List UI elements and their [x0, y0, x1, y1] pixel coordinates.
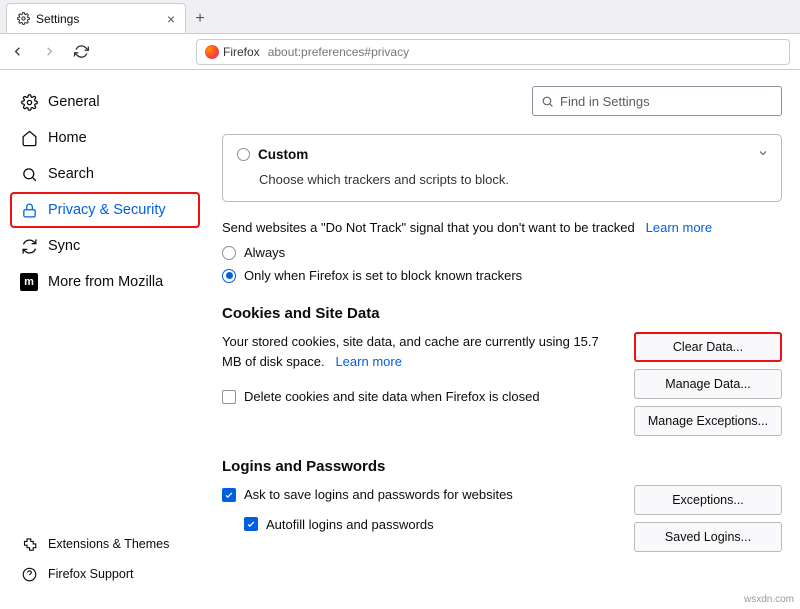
search-icon	[20, 165, 38, 183]
sidebar-item-more-mozilla[interactable]: m More from Mozilla	[10, 264, 200, 300]
mozilla-icon: m	[20, 273, 38, 291]
cookies-learn-more-link[interactable]: Learn more	[335, 354, 401, 369]
sidebar-item-label: Search	[48, 166, 94, 182]
checkbox-icon	[222, 488, 236, 502]
sidebar-item-home[interactable]: Home	[10, 120, 200, 156]
new-tab-button[interactable]: +	[186, 5, 214, 33]
dnt-description: Send websites a "Do Not Track" signal th…	[222, 220, 635, 235]
sidebar-item-privacy[interactable]: Privacy & Security	[10, 192, 200, 228]
logins-section-title: Logins and Passwords	[222, 458, 782, 475]
ask-save-logins-checkbox[interactable]: Ask to save logins and passwords for web…	[222, 485, 620, 505]
reload-button[interactable]	[74, 44, 92, 59]
browser-tab[interactable]: Settings ×	[6, 3, 186, 33]
sidebar: General Home Search Privacy & Security S…	[0, 70, 200, 609]
home-icon	[20, 129, 38, 147]
saved-logins-button[interactable]: Saved Logins...	[634, 522, 782, 552]
logins-exceptions-button[interactable]: Exceptions...	[634, 485, 782, 515]
lock-icon	[20, 201, 38, 219]
radio-icon	[222, 269, 236, 283]
sidebar-item-label: Firefox Support	[48, 567, 133, 581]
gear-icon	[17, 12, 30, 25]
custom-subtitle: Choose which trackers and scripts to blo…	[259, 172, 767, 187]
sidebar-item-general[interactable]: General	[10, 84, 200, 120]
manage-exceptions-button[interactable]: Manage Exceptions...	[634, 406, 782, 436]
sidebar-item-extensions[interactable]: Extensions & Themes	[10, 529, 200, 559]
manage-data-button[interactable]: Manage Data...	[634, 369, 782, 399]
sidebar-item-label: Extensions & Themes	[48, 537, 169, 551]
custom-protection-option[interactable]: Custom Choose which trackers and scripts…	[222, 134, 782, 202]
checkbox-icon	[244, 517, 258, 531]
sync-icon	[20, 237, 38, 255]
custom-title: Custom	[258, 147, 308, 162]
url-path: about:preferences#privacy	[268, 45, 409, 59]
sidebar-item-label: Privacy & Security	[48, 202, 166, 218]
firefox-icon	[205, 45, 219, 59]
radio-icon	[222, 246, 236, 260]
sidebar-item-label: Sync	[48, 238, 80, 254]
checkbox-icon	[222, 390, 236, 404]
checkbox-label: Delete cookies and site data when Firefo…	[244, 387, 540, 407]
site-identity: Firefox	[205, 45, 260, 59]
find-placeholder: Find in Settings	[560, 94, 650, 109]
dnt-learn-more-link[interactable]: Learn more	[646, 220, 712, 235]
autofill-logins-checkbox[interactable]: Autofill logins and passwords	[244, 515, 620, 535]
checkbox-label: Autofill logins and passwords	[266, 515, 434, 535]
back-button[interactable]	[10, 44, 28, 59]
address-bar[interactable]: Firefox about:preferences#privacy	[196, 39, 790, 65]
find-in-settings-input[interactable]: Find in Settings	[532, 86, 782, 116]
radio-custom[interactable]	[237, 148, 250, 161]
chevron-down-icon	[757, 147, 769, 159]
search-icon	[541, 95, 554, 108]
sidebar-item-label: Home	[48, 130, 87, 146]
clear-data-button[interactable]: Clear Data...	[634, 332, 782, 362]
cookies-description: Your stored cookies, site data, and cach…	[222, 334, 599, 369]
cookies-section-title: Cookies and Site Data	[222, 305, 782, 322]
dnt-option-always[interactable]: Always	[222, 245, 782, 260]
gear-icon	[20, 93, 38, 111]
help-icon	[20, 565, 38, 583]
checkbox-label: Ask to save logins and passwords for web…	[244, 485, 513, 505]
delete-on-close-checkbox[interactable]: Delete cookies and site data when Firefo…	[222, 387, 620, 407]
dnt-option-only-blocking[interactable]: Only when Firefox is set to block known …	[222, 268, 782, 283]
sidebar-item-label: More from Mozilla	[48, 274, 163, 290]
puzzle-icon	[20, 535, 38, 553]
watermark: wsxdn.com	[744, 594, 794, 605]
sidebar-item-support[interactable]: Firefox Support	[10, 559, 200, 589]
tab-title: Settings	[36, 12, 79, 26]
radio-label: Always	[244, 245, 285, 260]
close-icon[interactable]: ×	[167, 11, 175, 27]
forward-button[interactable]	[42, 44, 60, 59]
sidebar-item-label: General	[48, 94, 100, 110]
sidebar-item-search[interactable]: Search	[10, 156, 200, 192]
sidebar-item-sync[interactable]: Sync	[10, 228, 200, 264]
radio-label: Only when Firefox is set to block known …	[244, 268, 522, 283]
